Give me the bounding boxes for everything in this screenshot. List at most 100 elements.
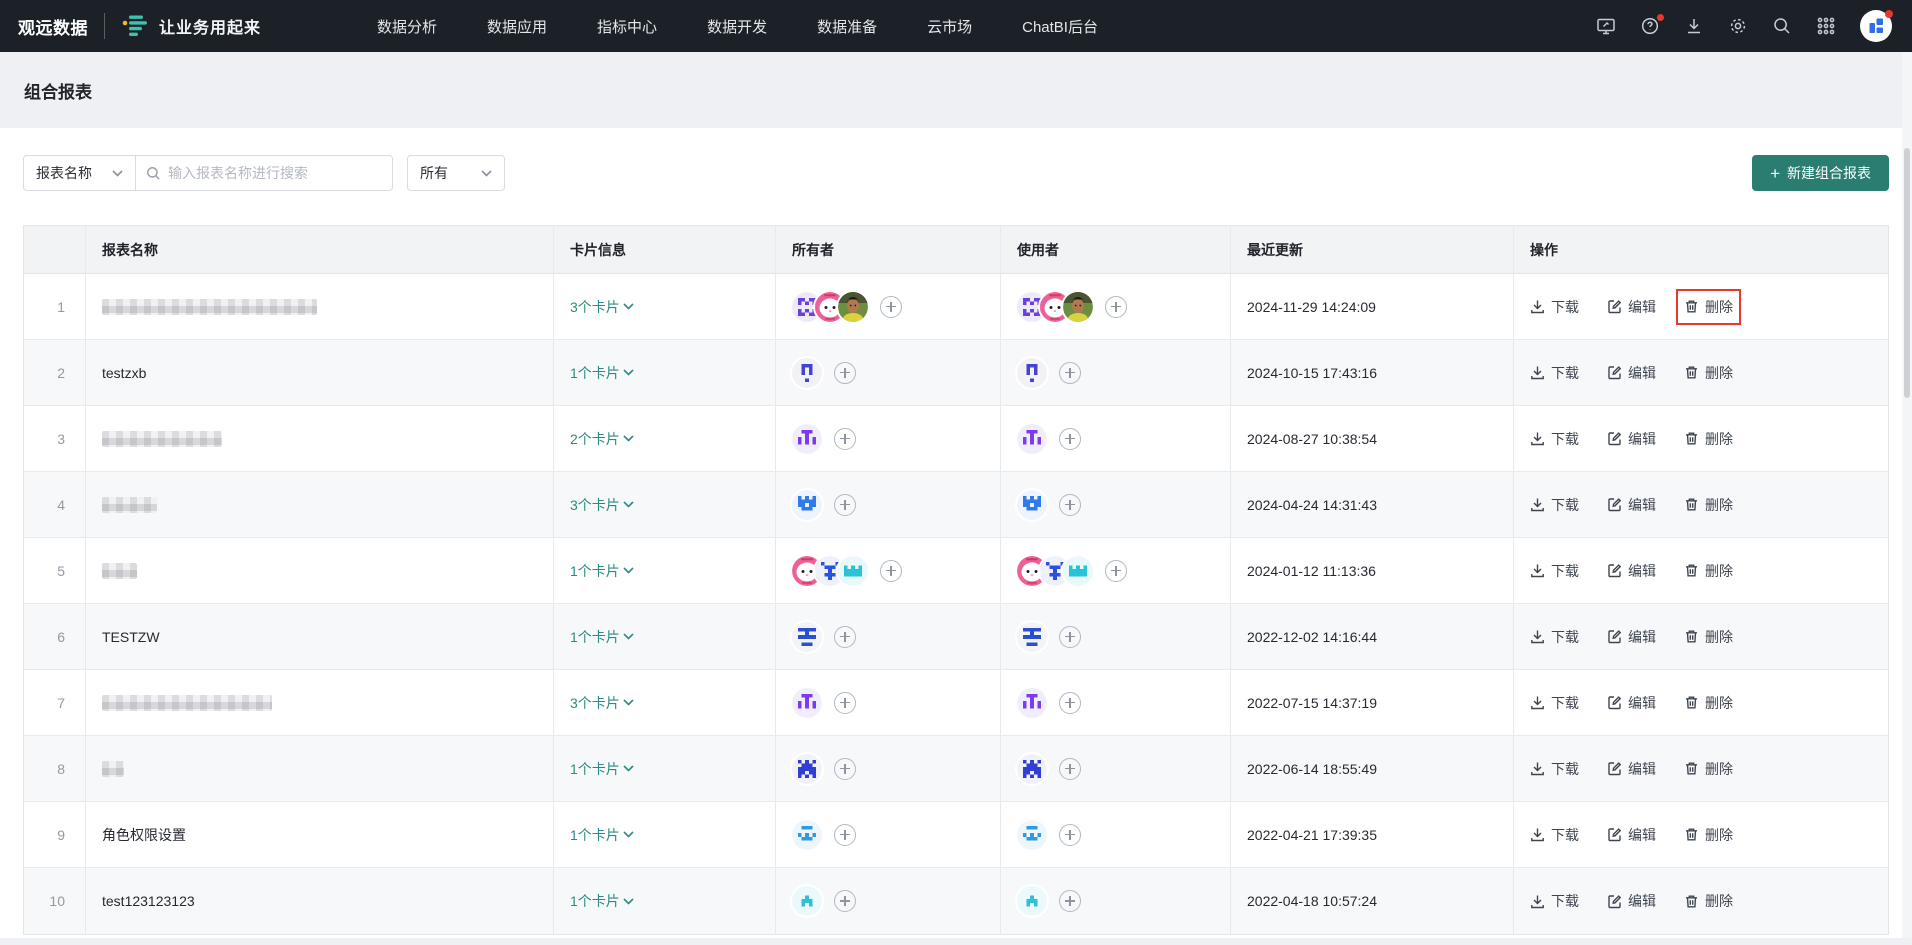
- avatar-a3[interactable]: [792, 424, 822, 454]
- search-field-select[interactable]: 报表名称: [24, 156, 136, 190]
- add-user-button[interactable]: [1059, 890, 1081, 912]
- avatar-a2[interactable]: [792, 358, 822, 388]
- scope-select[interactable]: 所有: [407, 155, 505, 191]
- apps-grid-icon[interactable]: [1816, 16, 1836, 36]
- avatar-a8[interactable]: [1017, 754, 1047, 784]
- add-owner-button[interactable]: [834, 494, 856, 516]
- avatar-a10[interactable]: [792, 886, 822, 916]
- add-owner-button[interactable]: [834, 692, 856, 714]
- add-owner-button[interactable]: [834, 626, 856, 648]
- avatar-a2[interactable]: [1017, 358, 1047, 388]
- scrollbar-thumb[interactable]: [1904, 148, 1910, 398]
- add-owner-button[interactable]: [834, 890, 856, 912]
- avatar-a10[interactable]: [1017, 886, 1047, 916]
- avatar-a6[interactable]: [792, 622, 822, 652]
- cards-dropdown[interactable]: 1个卡片: [570, 891, 634, 911]
- nav-item-metric-center[interactable]: 指标中心: [597, 16, 657, 37]
- add-owner-button[interactable]: [880, 296, 902, 318]
- download-button[interactable]: 下载: [1530, 693, 1579, 713]
- delete-button[interactable]: 删除: [1684, 693, 1733, 713]
- add-user-button[interactable]: [1059, 824, 1081, 846]
- edit-button[interactable]: 编辑: [1607, 825, 1656, 845]
- cards-dropdown[interactable]: 1个卡片: [570, 825, 634, 845]
- avatar-man[interactable]: [838, 292, 868, 322]
- add-owner-button[interactable]: [834, 824, 856, 846]
- nav-item-data-apps[interactable]: 数据应用: [487, 16, 547, 37]
- avatar-man[interactable]: [1063, 292, 1093, 322]
- avatar-a8[interactable]: [792, 754, 822, 784]
- download-button[interactable]: 下载: [1530, 561, 1579, 581]
- download-button[interactable]: 下载: [1530, 297, 1579, 317]
- nav-item-cloud-market[interactable]: 云市场: [927, 16, 972, 37]
- delete-button[interactable]: 删除: [1684, 891, 1733, 911]
- edit-button[interactable]: 编辑: [1607, 495, 1656, 515]
- cards-dropdown[interactable]: 1个卡片: [570, 363, 634, 383]
- edit-button[interactable]: 编辑: [1607, 627, 1656, 647]
- download-button[interactable]: 下载: [1530, 495, 1579, 515]
- edit-button[interactable]: 编辑: [1607, 363, 1656, 383]
- search-input[interactable]: [168, 165, 382, 181]
- add-owner-button[interactable]: [834, 428, 856, 450]
- edit-button[interactable]: 编辑: [1607, 759, 1656, 779]
- screen-share-icon[interactable]: [1596, 16, 1616, 36]
- add-user-button[interactable]: [1105, 560, 1127, 582]
- delete-button[interactable]: 删除: [1684, 297, 1733, 317]
- cards-dropdown[interactable]: 3个卡片: [570, 495, 634, 515]
- cards-dropdown[interactable]: 3个卡片: [570, 693, 634, 713]
- download-button[interactable]: 下载: [1530, 363, 1579, 383]
- create-report-button[interactable]: + 新建组合报表: [1752, 155, 1889, 191]
- edit-button[interactable]: 编辑: [1607, 297, 1656, 317]
- add-user-button[interactable]: [1059, 428, 1081, 450]
- cards-dropdown[interactable]: 1个卡片: [570, 627, 634, 647]
- download-center-icon[interactable]: [1684, 16, 1704, 36]
- download-button[interactable]: 下载: [1530, 891, 1579, 911]
- help-icon[interactable]: [1640, 16, 1660, 36]
- download-icon: [1530, 894, 1545, 909]
- avatar-a4[interactable]: [792, 490, 822, 520]
- cards-dropdown[interactable]: 1个卡片: [570, 759, 634, 779]
- add-user-button[interactable]: [1059, 692, 1081, 714]
- add-user-button[interactable]: [1059, 758, 1081, 780]
- avatar-a4[interactable]: [1017, 490, 1047, 520]
- nav-item-data-prep[interactable]: 数据准备: [817, 16, 877, 37]
- edit-button[interactable]: 编辑: [1607, 429, 1656, 449]
- avatar-a5c[interactable]: [838, 556, 868, 586]
- edit-button[interactable]: 编辑: [1607, 561, 1656, 581]
- download-button[interactable]: 下载: [1530, 825, 1579, 845]
- delete-button[interactable]: 删除: [1684, 627, 1733, 647]
- delete-button[interactable]: 删除: [1684, 429, 1733, 449]
- avatar-a3[interactable]: [1017, 424, 1047, 454]
- edit-button[interactable]: 编辑: [1607, 693, 1656, 713]
- delete-button[interactable]: 删除: [1684, 495, 1733, 515]
- avatar-a6[interactable]: [1017, 622, 1047, 652]
- avatar-a9[interactable]: [792, 820, 822, 850]
- add-owner-button[interactable]: [880, 560, 902, 582]
- delete-button[interactable]: 删除: [1684, 825, 1733, 845]
- add-user-button[interactable]: [1105, 296, 1127, 318]
- nav-item-chatbi-admin[interactable]: ChatBI后台: [1022, 16, 1098, 37]
- download-button[interactable]: 下载: [1530, 627, 1579, 647]
- cards-dropdown[interactable]: 2个卡片: [570, 429, 634, 449]
- avatar-a3[interactable]: [1017, 688, 1047, 718]
- edit-button[interactable]: 编辑: [1607, 891, 1656, 911]
- add-user-button[interactable]: [1059, 626, 1081, 648]
- avatar-a5c[interactable]: [1063, 556, 1093, 586]
- add-user-button[interactable]: [1059, 362, 1081, 384]
- add-user-button[interactable]: [1059, 494, 1081, 516]
- user-avatar[interactable]: [1860, 10, 1892, 42]
- add-owner-button[interactable]: [834, 758, 856, 780]
- cards-dropdown[interactable]: 3个卡片: [570, 297, 634, 317]
- avatar-a9[interactable]: [1017, 820, 1047, 850]
- add-owner-button[interactable]: [834, 362, 856, 384]
- search-icon[interactable]: [1772, 16, 1792, 36]
- settings-gear-icon[interactable]: [1728, 16, 1748, 36]
- nav-item-data-dev[interactable]: 数据开发: [707, 16, 767, 37]
- cards-dropdown[interactable]: 1个卡片: [570, 561, 634, 581]
- delete-button[interactable]: 删除: [1684, 363, 1733, 383]
- download-button[interactable]: 下载: [1530, 759, 1579, 779]
- avatar-a3[interactable]: [792, 688, 822, 718]
- delete-button[interactable]: 删除: [1684, 759, 1733, 779]
- download-button[interactable]: 下载: [1530, 429, 1579, 449]
- nav-item-data-analysis[interactable]: 数据分析: [377, 16, 437, 37]
- delete-button[interactable]: 删除: [1684, 561, 1733, 581]
